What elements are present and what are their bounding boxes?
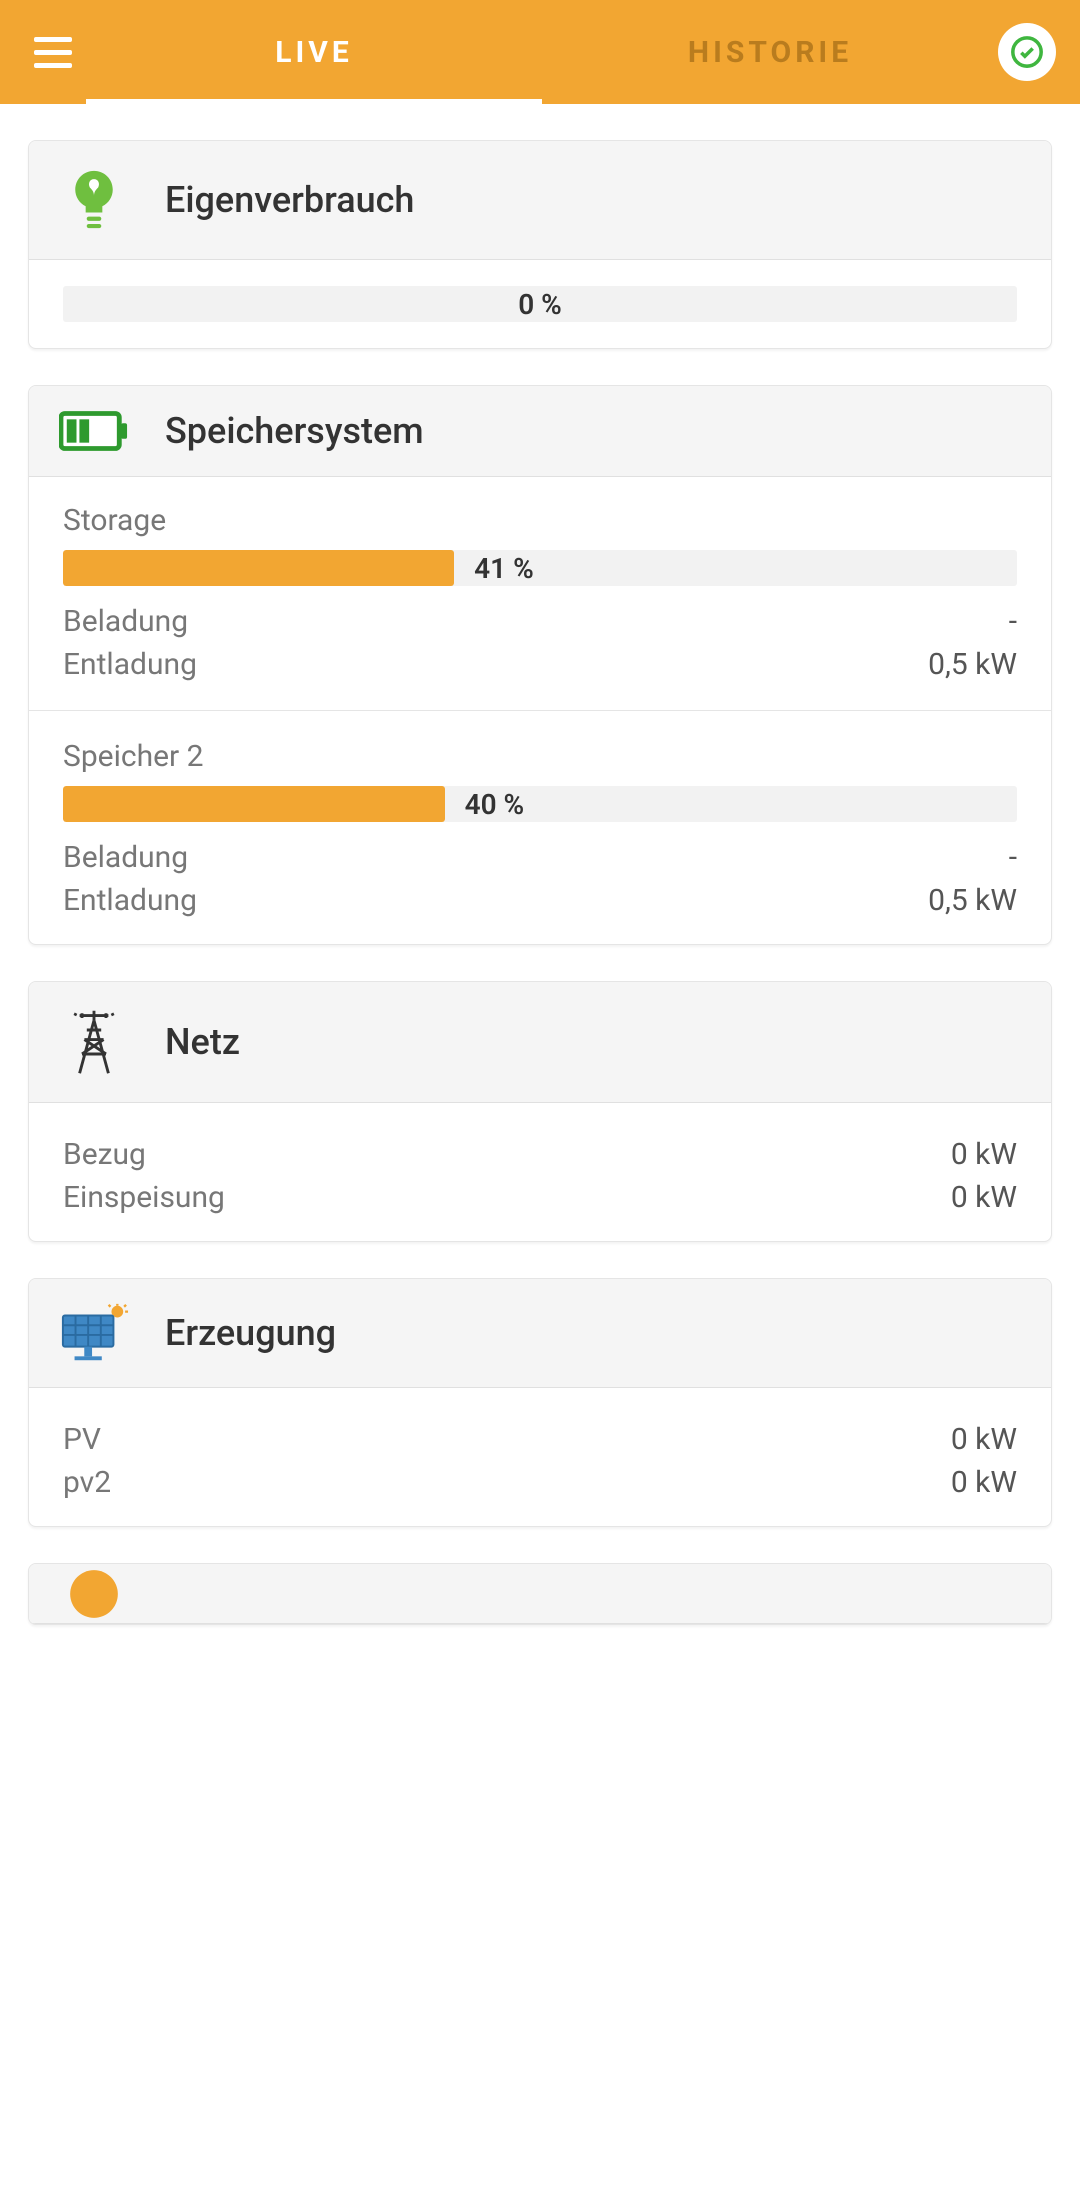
storage-item: Storage 41 % Beladung - Entladung 0,5 kW <box>63 503 1017 682</box>
menu-button[interactable] <box>34 26 86 78</box>
value: 0 kW <box>951 1422 1017 1457</box>
menu-icon-bar <box>34 63 72 68</box>
card-title: Erzeugung <box>165 1312 336 1354</box>
divider <box>29 710 1051 711</box>
content: Eigenverbrauch 0 % Speichersystem <box>0 104 1080 1601</box>
progress-text: 0 % <box>518 288 562 321</box>
menu-icon-bar <box>34 50 72 55</box>
card-eigenverbrauch: Eigenverbrauch 0 % <box>28 140 1052 349</box>
tabs: LIVE HISTORIE <box>86 0 998 104</box>
label: pv2 <box>63 1465 111 1500</box>
menu-icon-bar <box>34 37 72 42</box>
progress-bar-storage: 40 % <box>63 786 1017 822</box>
tab-historie[interactable]: HISTORIE <box>542 0 998 104</box>
card-header: Netz <box>29 982 1051 1103</box>
card-body: Storage 41 % Beladung - Entladung 0,5 kW… <box>29 477 1051 944</box>
battery-icon <box>59 410 129 452</box>
progress-text: 41 % <box>474 552 534 585</box>
card-speichersystem: Speichersystem Storage 41 % Beladung - E… <box>28 385 1052 945</box>
card-title: Netz <box>165 1021 240 1063</box>
storage-name: Storage <box>63 503 1017 538</box>
label: Entladung <box>63 647 197 682</box>
card-body: 0 % <box>29 260 1051 348</box>
card-title: Speichersystem <box>165 410 424 452</box>
solar-panel-icon <box>59 1303 129 1363</box>
row-entladung: Entladung 0,5 kW <box>63 883 1017 918</box>
label: Bezug <box>63 1137 146 1172</box>
card-erzeugung: Erzeugung PV 0 kW pv2 0 kW <box>28 1278 1052 1527</box>
value: 0,5 kW <box>928 647 1017 682</box>
label: Beladung <box>63 604 188 639</box>
value: - <box>1009 840 1017 875</box>
row-beladung: Beladung - <box>63 840 1017 875</box>
storage-item: Speicher 2 40 % Beladung - Entladung 0,5… <box>63 739 1017 918</box>
progress-bar-eigenverbrauch: 0 % <box>63 286 1017 322</box>
row-pv2: pv2 0 kW <box>63 1465 1017 1500</box>
label: Einspeisung <box>63 1180 225 1215</box>
row-bezug: Bezug 0 kW <box>63 1137 1017 1172</box>
card-header: Speichersystem <box>29 386 1051 477</box>
value: 0 kW <box>951 1180 1017 1215</box>
tab-live[interactable]: LIVE <box>86 0 542 104</box>
progress-fill <box>63 550 454 586</box>
status-indicator[interactable] <box>998 23 1056 81</box>
progress-text: 40 % <box>465 788 525 821</box>
progress-bar-storage: 41 % <box>63 550 1017 586</box>
label: Entladung <box>63 883 197 918</box>
row-einspeisung: Einspeisung 0 kW <box>63 1180 1017 1215</box>
label: Beladung <box>63 840 188 875</box>
row-beladung: Beladung - <box>63 604 1017 639</box>
card-header: Eigenverbrauch <box>29 141 1051 260</box>
row-entladung: Entladung 0,5 kW <box>63 647 1017 682</box>
card-body: Bezug 0 kW Einspeisung 0 kW <box>29 1103 1051 1241</box>
row-pv: PV 0 kW <box>63 1422 1017 1457</box>
progress-fill <box>63 786 445 822</box>
consumption-icon <box>59 1568 129 1620</box>
lightbulb-icon <box>59 165 129 235</box>
card-partial <box>28 1563 1052 1625</box>
app-header: LIVE HISTORIE <box>0 0 1080 104</box>
value: 0 kW <box>951 1465 1017 1500</box>
storage-name: Speicher 2 <box>63 739 1017 774</box>
card-header: Erzeugung <box>29 1279 1051 1388</box>
value: 0 kW <box>951 1137 1017 1172</box>
label: PV <box>63 1422 101 1457</box>
value: 0,5 kW <box>928 883 1017 918</box>
card-body: PV 0 kW pv2 0 kW <box>29 1388 1051 1526</box>
value: - <box>1009 604 1017 639</box>
card-header <box>29 1564 1051 1624</box>
card-title: Eigenverbrauch <box>165 179 414 221</box>
card-netz: Netz Bezug 0 kW Einspeisung 0 kW <box>28 981 1052 1242</box>
check-circle-icon <box>1010 35 1044 69</box>
grid-tower-icon <box>59 1006 129 1078</box>
